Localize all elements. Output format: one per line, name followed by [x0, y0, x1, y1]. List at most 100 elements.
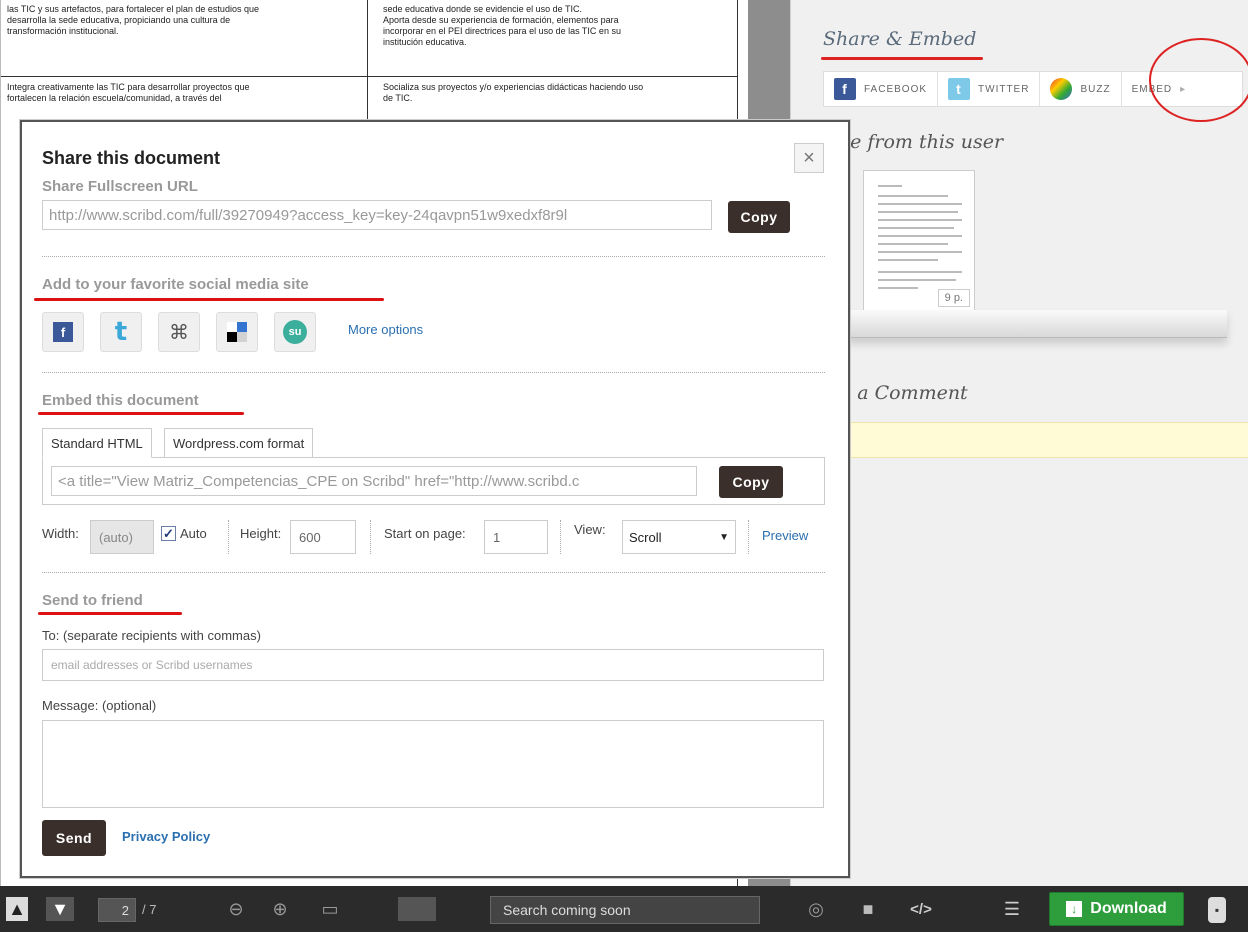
- doc-text-line: sede educativa donde se evidencie el uso…: [383, 4, 582, 14]
- doc-text-line: de TIC.: [383, 93, 413, 103]
- thumb-line: [878, 203, 962, 205]
- divider: [42, 372, 825, 373]
- tab-wordpress-format[interactable]: Wordpress.com format: [164, 428, 314, 458]
- page-number-input[interactable]: 2: [98, 898, 136, 922]
- thumbnail-shelf: [847, 310, 1227, 338]
- thumb-line: [878, 287, 918, 289]
- download-label: Download: [1090, 900, 1167, 917]
- start-page-input[interactable]: 1: [484, 520, 548, 554]
- doc-text-line: las TIC y sus artefactos, para fortalece…: [7, 4, 259, 14]
- width-input[interactable]: (auto): [90, 520, 154, 554]
- doc-text-line: Integra creativamente las TIC para desar…: [7, 82, 250, 92]
- delicious-quad: [227, 322, 237, 332]
- digg-button[interactable]: ⌘: [158, 312, 200, 352]
- facebook-icon: f: [834, 78, 856, 100]
- facebook-button[interactable]: f: [42, 312, 84, 352]
- thumb-line: [878, 211, 958, 213]
- right-sidebar: Share & Embed f FACEBOOK t TWITTER BUZZ …: [790, 0, 1248, 886]
- buzz-label: BUZZ: [1080, 83, 1111, 95]
- delicious-button[interactable]: [216, 312, 258, 352]
- recipients-input[interactable]: email addresses or Scribd usernames: [42, 649, 824, 681]
- comment-input[interactable]: [847, 422, 1248, 458]
- stumbleupon-icon: su: [283, 320, 307, 344]
- thumb-line: [878, 279, 956, 281]
- copy-embed-button[interactable]: Copy: [719, 466, 783, 498]
- thumb-line: [878, 243, 948, 245]
- divider: [42, 256, 825, 257]
- document-thumbnail[interactable]: 9 p.: [863, 170, 975, 312]
- privacy-policy-link[interactable]: Privacy Policy: [122, 829, 210, 844]
- doc-text-cell: Socializa sus proyectos y/o experiencias…: [383, 82, 733, 104]
- stumbleupon-button[interactable]: su: [274, 312, 316, 352]
- facebook-label: FACEBOOK: [864, 83, 928, 95]
- social-heading: Add to your favorite social media site: [42, 276, 309, 293]
- thumb-line: [878, 271, 962, 273]
- message-textarea[interactable]: [42, 720, 824, 808]
- doc-text-line: transformación institucional.: [7, 26, 119, 36]
- embed-code-panel: <a title="View Matriz_Competencias_CPE o…: [42, 457, 825, 505]
- more-options-link[interactable]: More options: [348, 322, 423, 337]
- twitter-button[interactable]: t: [100, 312, 142, 352]
- doc-text-line: incorporar en el PEI directrices para el…: [383, 26, 621, 36]
- thumb-line: [878, 195, 948, 197]
- page-total: / 7: [142, 902, 157, 917]
- send-button[interactable]: Send: [42, 820, 106, 856]
- fullscreen-icon[interactable]: ▭: [310, 897, 350, 921]
- comment-icon[interactable]: ■: [856, 897, 880, 921]
- close-button[interactable]: ×: [794, 143, 824, 173]
- doc-table-rule: [1, 76, 737, 77]
- twitter-share-button[interactable]: t TWITTER: [938, 72, 1041, 106]
- divider: [228, 520, 229, 554]
- annotation-underline: [34, 298, 384, 301]
- height-input[interactable]: 600: [290, 520, 356, 554]
- tab-standard-html[interactable]: Standard HTML: [42, 428, 152, 458]
- facebook-share-button[interactable]: f FACEBOOK: [824, 72, 939, 106]
- next-page-icon[interactable]: ▼: [46, 897, 74, 921]
- delicious-icon: [227, 322, 247, 342]
- copy-url-button[interactable]: Copy: [728, 201, 790, 233]
- preview-link[interactable]: Preview: [762, 528, 808, 543]
- viewer-toolbar: ▲ ▼ 2 / 7 ⊖ ⊕ ▭ Search coming soon ◎ ■ <…: [0, 886, 1248, 932]
- thumb-line: [878, 259, 938, 261]
- lock-icon[interactable]: ▪: [1208, 897, 1226, 923]
- embed-code-icon[interactable]: </>: [904, 897, 938, 921]
- divider: [560, 520, 561, 554]
- delicious-quad: [237, 332, 247, 342]
- add-comment-heading: d a Comment: [839, 382, 968, 404]
- zoom-in-icon[interactable]: ⊕: [268, 897, 292, 921]
- thumb-line: [878, 235, 962, 237]
- download-button[interactable]: ↓ Download: [1049, 892, 1184, 926]
- doc-text-line: desarrolla la sede educativa, propiciand…: [7, 15, 231, 25]
- share-embed-heading: Share & Embed: [823, 28, 977, 50]
- thumb-line: [878, 227, 954, 229]
- twitter-icon: t: [114, 317, 128, 347]
- buzz-icon: [1050, 78, 1073, 100]
- fullscreen-url-field[interactable]: http://www.scribd.com/full/39270949?acce…: [42, 200, 712, 230]
- doc-text-cell: Integra creativamente las TIC para desar…: [7, 82, 357, 104]
- embed-code-field[interactable]: <a title="View Matriz_Competencias_CPE o…: [51, 466, 697, 496]
- twitter-label: TWITTER: [978, 83, 1030, 95]
- divider: [42, 572, 825, 573]
- thumb-line: [878, 219, 962, 221]
- share-dialog: Share this document × Share Fullscreen U…: [20, 120, 850, 878]
- doc-table-rule: [367, 0, 368, 120]
- height-label: Height:: [240, 526, 282, 541]
- scribd-icon[interactable]: ◎: [804, 897, 828, 921]
- annotation-underline: [38, 412, 244, 415]
- doc-text-cell: las TIC y sus artefactos, para fortalece…: [7, 4, 357, 37]
- display-mode-icon[interactable]: [398, 897, 436, 921]
- list-add-icon[interactable]: ☰: [1000, 897, 1024, 921]
- doc-text-cell: sede educativa donde se evidencie el uso…: [383, 4, 733, 48]
- start-page-label: Start on page:: [384, 526, 466, 541]
- previous-page-icon[interactable]: ▲: [6, 897, 28, 921]
- search-input[interactable]: Search coming soon: [490, 896, 760, 924]
- doc-bullet: Aporta desde su experiencia de formación…: [383, 15, 733, 48]
- view-select[interactable]: Scroll ▼: [622, 520, 736, 554]
- twitter-icon: t: [948, 78, 971, 100]
- zoom-out-icon[interactable]: ⊖: [224, 897, 248, 921]
- auto-width-checkbox[interactable]: ✓: [161, 526, 176, 541]
- auto-label: Auto: [180, 526, 207, 541]
- buzz-share-button[interactable]: BUZZ: [1040, 72, 1122, 106]
- annotation-underline: [38, 612, 182, 615]
- digg-icon: ⌘: [169, 321, 189, 344]
